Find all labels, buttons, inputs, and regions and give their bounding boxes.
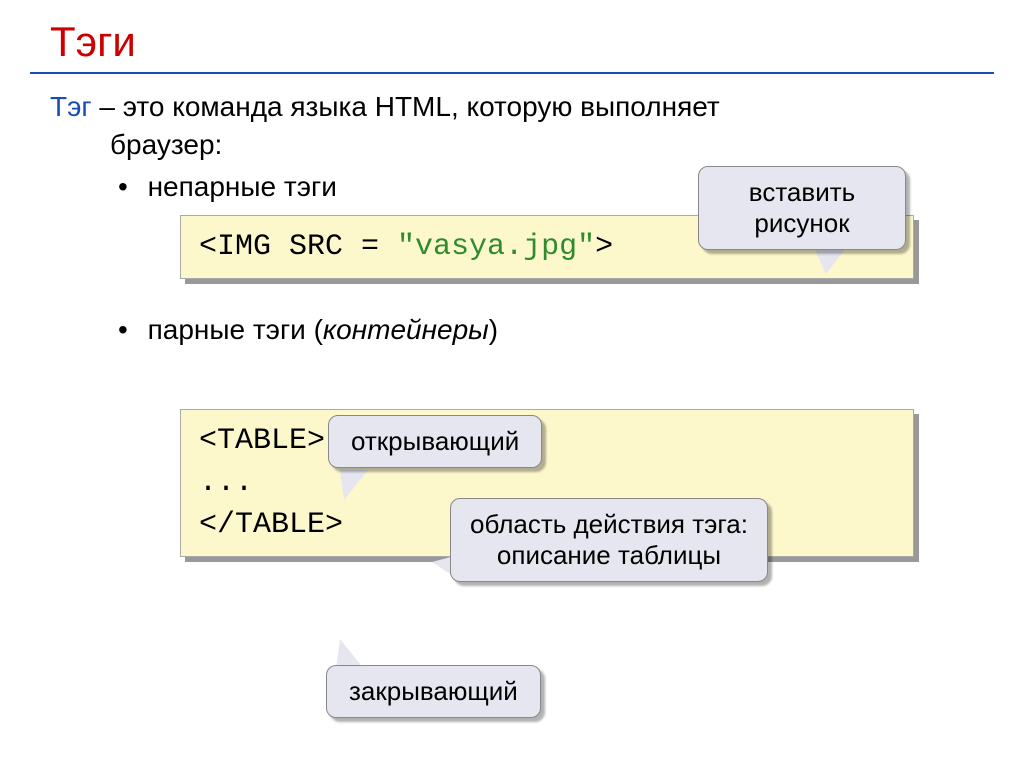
definition-part1: – это команда языка HTML, которую выполн… bbox=[92, 91, 720, 122]
callout-opening-tag: открывающий bbox=[328, 415, 542, 468]
bullet-paired: парные тэги (контейнеры) bbox=[50, 311, 974, 349]
callout-tag-scope: область действия тэга: описание таблицы bbox=[450, 498, 768, 582]
term: Тэг bbox=[50, 91, 92, 122]
definition-line2: браузер: bbox=[50, 126, 974, 164]
slide-title: Тэги bbox=[0, 0, 1024, 72]
callout-tail-icon bbox=[814, 248, 846, 274]
content-area: Тэг – это команда языка HTML, которую вы… bbox=[0, 88, 1024, 557]
code-part: <IMG SRC = bbox=[199, 230, 397, 264]
code-line: <TABLE> bbox=[199, 420, 895, 462]
callout-tail-icon bbox=[340, 470, 368, 500]
code-part: > bbox=[595, 230, 613, 264]
title-underline bbox=[30, 72, 994, 74]
definition-line: Тэг – это команда языка HTML, которую вы… bbox=[50, 88, 974, 126]
callout-closing-tag: закрывающий bbox=[326, 665, 541, 718]
callout-insert-image: вставить рисунок bbox=[698, 166, 906, 250]
code-string: "vasya.jpg" bbox=[397, 230, 595, 264]
